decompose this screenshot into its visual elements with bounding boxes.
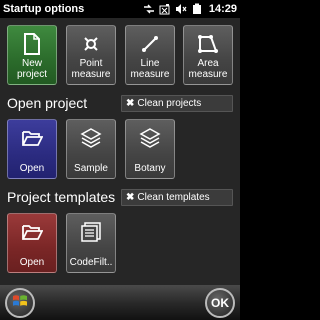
- open-project-heading: Open project: [7, 95, 88, 111]
- area-measure-icon: [197, 33, 219, 55]
- connectivity-icon[interactable]: [143, 3, 155, 15]
- area-measure-label: Area measure: [188, 58, 228, 80]
- new-document-icon: [21, 33, 43, 55]
- botany-project-label: Botany: [134, 163, 166, 174]
- line-measure-icon: [139, 33, 161, 55]
- line-measure-label: Line measure: [130, 58, 170, 80]
- clean-projects-button[interactable]: ✖ Clean projects: [121, 95, 233, 112]
- sample-project-tile[interactable]: Sample: [66, 119, 116, 179]
- clean-templates-button[interactable]: ✖ Clean templates: [121, 189, 233, 206]
- new-project-label: New project: [16, 58, 47, 80]
- point-measure-tile[interactable]: Point measure: [66, 25, 116, 85]
- project-templates-heading: Project templates: [7, 189, 116, 205]
- layers-icon: [80, 127, 102, 149]
- clean-projects-label: Clean projects: [137, 98, 202, 109]
- startup-options-panel: New project Point measure Line measure A…: [0, 18, 240, 285]
- new-project-tile[interactable]: New project: [7, 25, 57, 85]
- volume-muted-icon[interactable]: [175, 3, 187, 15]
- windows-start-icon: [12, 293, 28, 314]
- codefilter-template-label: CodeFilt..: [69, 257, 113, 268]
- bottom-bar: OK: [0, 285, 240, 320]
- open-template-tile[interactable]: Open: [7, 213, 57, 273]
- template-icon: [80, 221, 102, 243]
- open-folder-icon: [21, 221, 43, 243]
- sample-project-label: Sample: [74, 163, 108, 174]
- start-button[interactable]: [5, 288, 35, 318]
- layers-icon: [139, 127, 161, 149]
- open-project-label: Open: [19, 163, 45, 174]
- ok-button[interactable]: OK: [205, 288, 235, 318]
- clock[interactable]: 14:29: [209, 3, 237, 15]
- status-icons: 14:29: [143, 3, 240, 15]
- clean-templates-label: Clean templates: [137, 192, 210, 203]
- open-template-label: Open: [19, 257, 45, 268]
- point-measure-icon: [80, 33, 102, 55]
- codefilter-template-tile[interactable]: CodeFilt..: [66, 213, 116, 273]
- open-folder-icon: [21, 127, 43, 149]
- botany-project-tile[interactable]: Botany: [125, 119, 175, 179]
- line-measure-tile[interactable]: Line measure: [125, 25, 175, 85]
- status-bar: Startup options 14:29: [0, 0, 240, 18]
- no-signal-icon[interactable]: [159, 3, 171, 15]
- area-measure-tile[interactable]: Area measure: [183, 25, 233, 85]
- battery-icon[interactable]: [191, 3, 203, 15]
- clean-x-icon: ✖: [126, 192, 135, 203]
- open-project-tile[interactable]: Open: [7, 119, 57, 179]
- clean-x-icon: ✖: [126, 98, 135, 109]
- point-measure-label: Point measure: [71, 58, 111, 80]
- window-title: Startup options: [3, 3, 85, 15]
